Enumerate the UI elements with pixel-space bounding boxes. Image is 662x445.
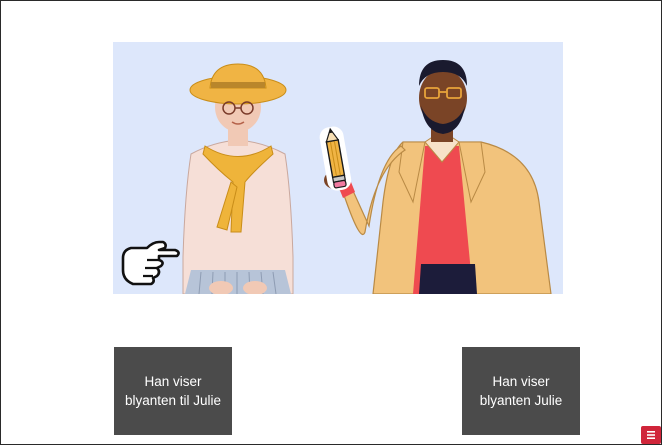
- menu-icon: [647, 431, 655, 439]
- answer-option-2-label: Han viser blyanten Julie: [479, 374, 563, 408]
- answer-option-1-label: Han viser blyanten til Julie: [124, 374, 222, 408]
- answer-option-2[interactable]: Han viser blyanten Julie: [462, 347, 580, 435]
- answer-option-1[interactable]: Han viser blyanten til Julie: [114, 347, 232, 435]
- exercise-frame: Han viser blyanten til Julie Han viser b…: [0, 0, 662, 445]
- old-woman-figure: [182, 63, 294, 294]
- illustration: [113, 42, 563, 294]
- menu-button[interactable]: [641, 426, 661, 444]
- illustration-scene: [113, 42, 563, 294]
